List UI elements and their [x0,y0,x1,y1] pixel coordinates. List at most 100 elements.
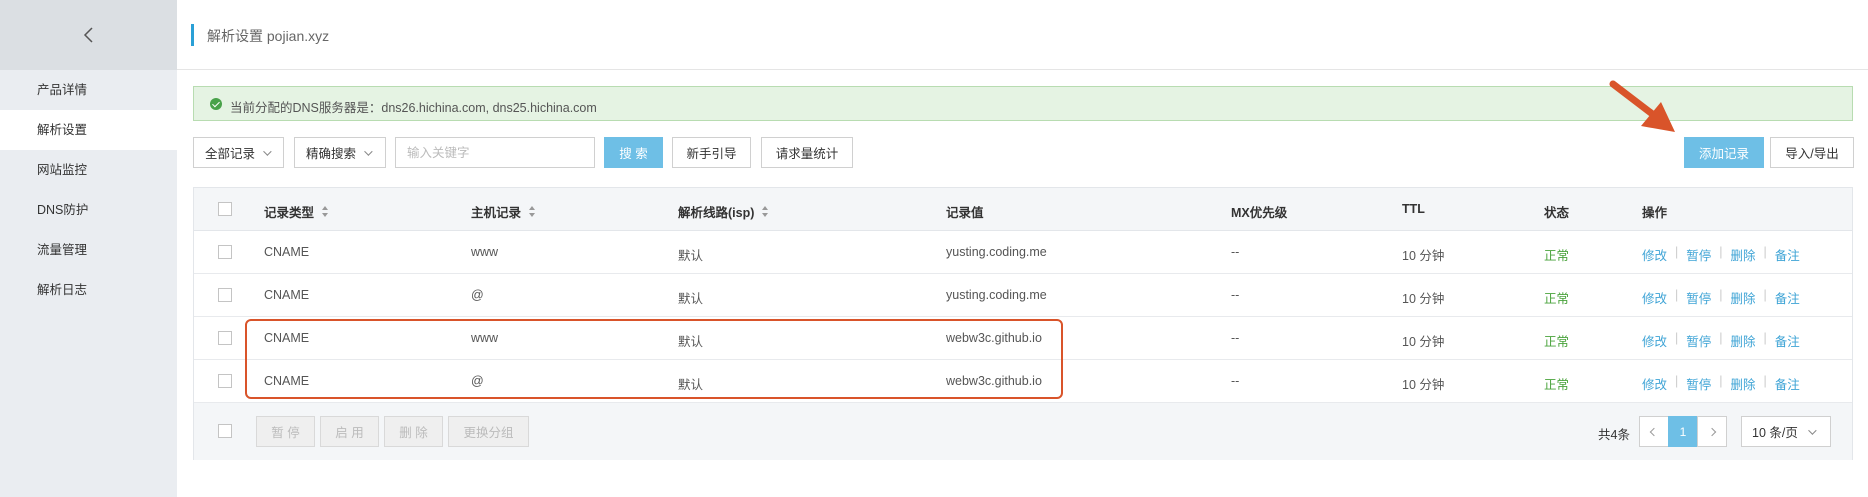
pause-link[interactable]: 暂停 [1686,245,1711,264]
divider: | [1719,288,1723,302]
mx-priority: -- [1231,331,1240,345]
remark-link[interactable]: 备注 [1775,245,1800,264]
sidebar-item-dns-settings[interactable]: 解析设置 [0,110,177,150]
search-button[interactable]: 搜 索 [604,137,663,168]
sidebar-item-site-monitor[interactable]: 网站监控 [0,150,177,190]
prev-page-button[interactable] [1639,416,1669,447]
chevron-down-icon [364,146,373,156]
sidebar-item-label: 网站监控 [37,163,88,177]
sidebar-item-dns-logs[interactable]: 解析日志 [0,270,177,310]
keyword-search-input[interactable] [395,137,595,168]
sidebar-item-dns-protection[interactable]: DNS防护 [0,190,177,230]
delete-link[interactable]: 删除 [1731,245,1756,264]
page-number-button[interactable]: 1 [1668,416,1698,447]
column-header-actions: 操作 [1642,206,1668,220]
chevron-down-icon [1808,425,1817,435]
page-size-label: 10 条/页 [1752,426,1798,440]
row-actions: 修改 | 暂停 | 删除 | 备注 [1642,288,1800,307]
batch-pause-button[interactable]: 暂 停 [256,416,315,447]
divider: | [1719,245,1723,259]
row-actions: 修改 | 暂停 | 删除 | 备注 [1642,331,1800,350]
pause-link[interactable]: 暂停 [1686,331,1711,350]
table-footer: 暂 停 启 用 删 除 更换分组 共4条 1 10 条/页 [194,403,1852,460]
chevron-left-icon[interactable] [0,0,177,70]
batch-delete-button[interactable]: 删 除 [384,416,443,447]
beginner-guide-button[interactable]: 新手引导 [672,137,751,168]
page-size-select[interactable]: 10 条/页 [1741,416,1831,447]
host-record: @ [471,374,484,388]
column-header-host[interactable]: 主机记录 [471,202,536,221]
divider: | [1719,331,1723,345]
remark-link[interactable]: 备注 [1775,374,1800,393]
add-record-button[interactable]: 添加记录 [1684,137,1764,168]
divider: | [1675,288,1679,302]
record-type: CNAME [264,331,310,345]
record-filter-dropdown[interactable]: 全部记录 [193,137,284,168]
request-stats-button[interactable]: 请求量统计 [761,137,853,168]
sort-icon[interactable] [322,206,329,217]
record-type: CNAME [264,288,310,302]
sort-icon[interactable] [529,206,536,217]
divider: | [1719,374,1723,388]
chevron-right-icon [1707,427,1717,436]
mx-priority: -- [1231,245,1240,259]
column-label: 记录类型 [264,206,315,220]
delete-link[interactable]: 删除 [1731,288,1756,307]
divider: | [1763,288,1767,302]
check-circle-icon [210,98,222,110]
column-label: 主机记录 [471,206,522,220]
host-record: @ [471,288,484,302]
page-title: 解析设置 pojian.xyz [207,28,330,44]
resolution-line: 默认 [678,292,704,306]
edit-link[interactable]: 修改 [1642,245,1667,264]
sidebar-item-label: 解析设置 [37,123,88,137]
row-checkbox[interactable] [218,374,232,388]
column-header-value: 记录值 [946,206,984,220]
ttl: 10 分钟 [1402,335,1445,349]
sidebar: 产品详情 解析设置 网站监控 DNS防护 流量管理 解析日志 [0,0,177,497]
chevron-down-icon [263,146,272,156]
table-row: CNAME www 默认 webw3c.github.io -- 10 分钟 正… [194,317,1852,360]
sidebar-item-traffic-management[interactable]: 流量管理 [0,230,177,270]
sidebar-item-label: 解析日志 [37,283,88,297]
record-value: yusting.coding.me [946,288,1047,302]
sidebar-item-label: 流量管理 [37,243,88,257]
delete-link[interactable]: 删除 [1731,331,1756,350]
edit-link[interactable]: 修改 [1642,288,1667,307]
row-checkbox[interactable] [218,245,232,259]
search-mode-label: 精确搜索 [306,147,357,161]
sidebar-item-label: 产品详情 [37,83,88,97]
row-checkbox[interactable] [218,331,232,345]
sort-icon[interactable] [762,206,769,217]
remark-link[interactable]: 备注 [1775,288,1800,307]
change-group-button[interactable]: 更换分组 [448,416,529,447]
remark-link[interactable]: 备注 [1775,331,1800,350]
table-row: CNAME www 默认 yusting.coding.me -- 10 分钟 … [194,231,1852,274]
pause-link[interactable]: 暂停 [1686,288,1711,307]
sidebar-item-product-detail[interactable]: 产品详情 [0,70,177,110]
column-header-status: 状态 [1544,206,1570,220]
delete-link[interactable]: 删除 [1731,374,1756,393]
column-label: 解析线路(isp) [678,206,755,220]
select-all-checkbox[interactable] [218,202,232,216]
import-export-button[interactable]: 导入/导出 [1770,137,1854,168]
column-header-record-type[interactable]: 记录类型 [264,202,329,221]
column-header-line[interactable]: 解析线路(isp) [678,202,769,221]
next-page-button[interactable] [1697,416,1727,447]
edit-link[interactable]: 修改 [1642,374,1667,393]
row-actions: 修改 | 暂停 | 删除 | 备注 [1642,245,1800,264]
status-badge: 正常 [1544,292,1570,306]
footer-select-all-checkbox[interactable] [218,424,232,438]
ttl: 10 分钟 [1402,292,1445,306]
record-value: webw3c.github.io [946,374,1042,388]
host-record: www [471,331,499,345]
resolution-line: 默认 [678,335,704,349]
batch-enable-button[interactable]: 启 用 [320,416,379,447]
row-checkbox[interactable] [218,288,232,302]
edit-link[interactable]: 修改 [1642,331,1667,350]
pause-link[interactable]: 暂停 [1686,374,1711,393]
record-filter-label: 全部记录 [205,147,256,161]
table-header: 记录类型 主机记录 解析线路(isp) 记录值 MX优先级 TTL 状态 操作 [194,188,1852,231]
search-mode-dropdown[interactable]: 精确搜索 [294,137,386,168]
record-type: CNAME [264,245,310,259]
